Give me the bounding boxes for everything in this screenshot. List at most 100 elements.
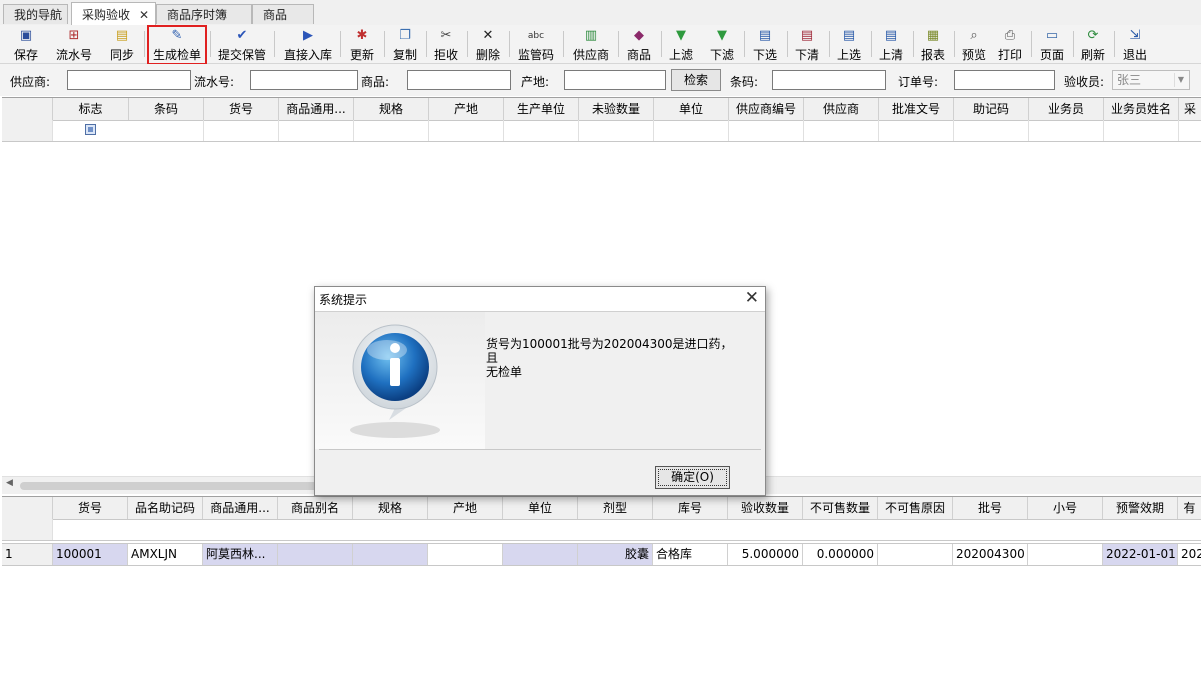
column-header[interactable]: 商品通用...	[279, 98, 354, 120]
serial-button[interactable]: ⊞ 流水号	[52, 27, 96, 62]
column-header[interactable]: 生产单位	[504, 98, 579, 120]
table-cell[interactable]	[1029, 120, 1104, 141]
column-header[interactable]: 未验数量	[579, 98, 654, 120]
table-cell[interactable]: 胶囊	[578, 544, 653, 565]
search-button[interactable]: 检索	[671, 69, 721, 91]
table-cell[interactable]: 0.000000	[803, 544, 878, 565]
save-button[interactable]: ▣ 保存	[10, 27, 42, 62]
table-cell[interactable]	[429, 120, 504, 141]
table-cell[interactable]	[729, 120, 804, 141]
tab-my-navigation[interactable]: 我的导航	[3, 4, 68, 24]
column-header[interactable]: 单位	[654, 98, 729, 120]
clear-down-button[interactable]: ▤ 下清	[792, 27, 822, 62]
inspector-select[interactable]: 张三 ▼	[1112, 70, 1190, 90]
table-cell[interactable]	[654, 120, 729, 141]
column-header[interactable]: 规格	[353, 497, 428, 519]
table-cell[interactable]	[278, 544, 353, 565]
page-button[interactable]: ▭ 页面	[1037, 27, 1067, 62]
filter-down-button[interactable]: ▼ 下滤	[707, 27, 737, 62]
column-header[interactable]: 业务员姓名	[1104, 98, 1179, 120]
supervision-code-button[interactable]: abc 监管码	[515, 27, 557, 62]
column-header[interactable]: 批准文号	[879, 98, 954, 120]
column-header[interactable]: 小号	[1028, 497, 1103, 519]
column-header[interactable]: 供应商编号	[729, 98, 804, 120]
table-cell[interactable]	[428, 544, 503, 565]
tab-product-journal[interactable]: 商品序时簿	[156, 4, 252, 24]
supplier-input[interactable]	[67, 70, 191, 90]
clear-up-button[interactable]: ▤ 上清	[876, 27, 906, 62]
column-header[interactable]: 标志	[53, 98, 129, 120]
column-header[interactable]: 品名助记码	[128, 497, 203, 519]
column-header[interactable]: 商品通用...	[203, 497, 278, 519]
table-cell[interactable]: 2022-01-01	[1103, 544, 1178, 565]
column-header[interactable]: 产地	[429, 98, 504, 120]
column-header[interactable]: 批号	[953, 497, 1028, 519]
table-cell[interactable]: 100001	[53, 544, 128, 565]
table-cell[interactable]	[879, 120, 954, 141]
direct-stock-button[interactable]: ▶ 直接入库	[282, 27, 334, 62]
table-cell[interactable]: 阿莫西林...	[203, 544, 278, 565]
column-header[interactable]: 有	[1178, 497, 1201, 519]
column-header[interactable]: 商品别名	[278, 497, 353, 519]
column-header[interactable]: 货号	[204, 98, 279, 120]
filter-up-button[interactable]: ▼ 上滤	[666, 27, 696, 62]
copy-button[interactable]: ❐ 复制	[390, 27, 420, 62]
order-input[interactable]	[954, 70, 1055, 90]
tab-purchase-inspection[interactable]: 采购验收 ✕	[71, 2, 156, 26]
table-cell[interactable]: 202004300	[953, 544, 1028, 565]
column-header[interactable]: 不可售数量	[803, 497, 878, 519]
exit-button[interactable]: ⇲ 退出	[1120, 27, 1150, 62]
submit-custody-button[interactable]: ✔ 提交保管	[216, 27, 268, 62]
column-header[interactable]: 验收数量	[728, 497, 803, 519]
column-header[interactable]: 采	[1179, 98, 1201, 120]
column-header[interactable]: 条码	[129, 98, 204, 120]
column-header[interactable]: 预警效期	[1103, 497, 1178, 519]
table-cell[interactable]	[279, 120, 354, 141]
table-cell[interactable]	[954, 120, 1029, 141]
table-cell[interactable]	[503, 544, 578, 565]
chevron-down-icon[interactable]: ▼	[1174, 73, 1187, 87]
supplier-button[interactable]: ▥ 供应商	[570, 27, 612, 62]
table-cell[interactable]: 5.000000	[728, 544, 803, 565]
barcode-input[interactable]	[772, 70, 886, 90]
update-button[interactable]: ✱ 更新	[346, 27, 378, 62]
column-header[interactable]: 助记码	[954, 98, 1029, 120]
select-down-button[interactable]: ▤ 下选	[750, 27, 780, 62]
print-button[interactable]: ⎙ 打印	[995, 27, 1025, 62]
table-cell[interactable]	[353, 544, 428, 565]
product-button[interactable]: ◆ 商品	[623, 27, 655, 62]
table-cell[interactable]	[1028, 544, 1103, 565]
preview-button[interactable]: ⌕ 预览	[959, 27, 989, 62]
report-button[interactable]: ▦ 报表	[918, 27, 948, 62]
column-header[interactable]: 单位	[503, 497, 578, 519]
close-icon[interactable]: ✕	[139, 3, 149, 27]
column-header[interactable]: 规格	[354, 98, 429, 120]
table-cell[interactable]: AMXLJN	[128, 544, 203, 565]
refresh-button[interactable]: ⟳ 刷新	[1078, 27, 1108, 62]
column-header[interactable]: 产地	[428, 497, 503, 519]
delete-button[interactable]: ✕ 删除	[473, 27, 503, 62]
product-input[interactable]	[407, 70, 511, 90]
table-cell[interactable]	[804, 120, 879, 141]
flag-checkbox[interactable]	[85, 124, 96, 135]
close-icon[interactable]: ✕	[745, 288, 759, 308]
table-cell[interactable]	[1104, 120, 1179, 141]
column-header[interactable]: 库号	[653, 497, 728, 519]
scrollbar-thumb[interactable]	[20, 482, 320, 490]
serial-input[interactable]	[250, 70, 358, 90]
table-cell[interactable]	[504, 120, 579, 141]
column-header[interactable]: 供应商	[804, 98, 879, 120]
select-up-button[interactable]: ▤ 上选	[834, 27, 864, 62]
tab-product[interactable]: 商品	[252, 4, 314, 24]
origin-input[interactable]	[564, 70, 666, 90]
table-cell[interactable]	[129, 120, 204, 141]
table-row[interactable]: 1 100001 AMXLJN 阿莫西林... 胶囊 合格库 5.000000 …	[2, 543, 1201, 566]
column-header[interactable]: 剂型	[578, 497, 653, 519]
column-header[interactable]: 货号	[53, 497, 128, 519]
column-header[interactable]: 不可售原因	[878, 497, 953, 519]
table-cell[interactable]	[354, 120, 429, 141]
table-cell[interactable]: 202	[1178, 544, 1201, 565]
reject-button[interactable]: ✂ 拒收	[431, 27, 461, 62]
table-cell[interactable]: 合格库	[653, 544, 728, 565]
table-cell[interactable]	[579, 120, 654, 141]
